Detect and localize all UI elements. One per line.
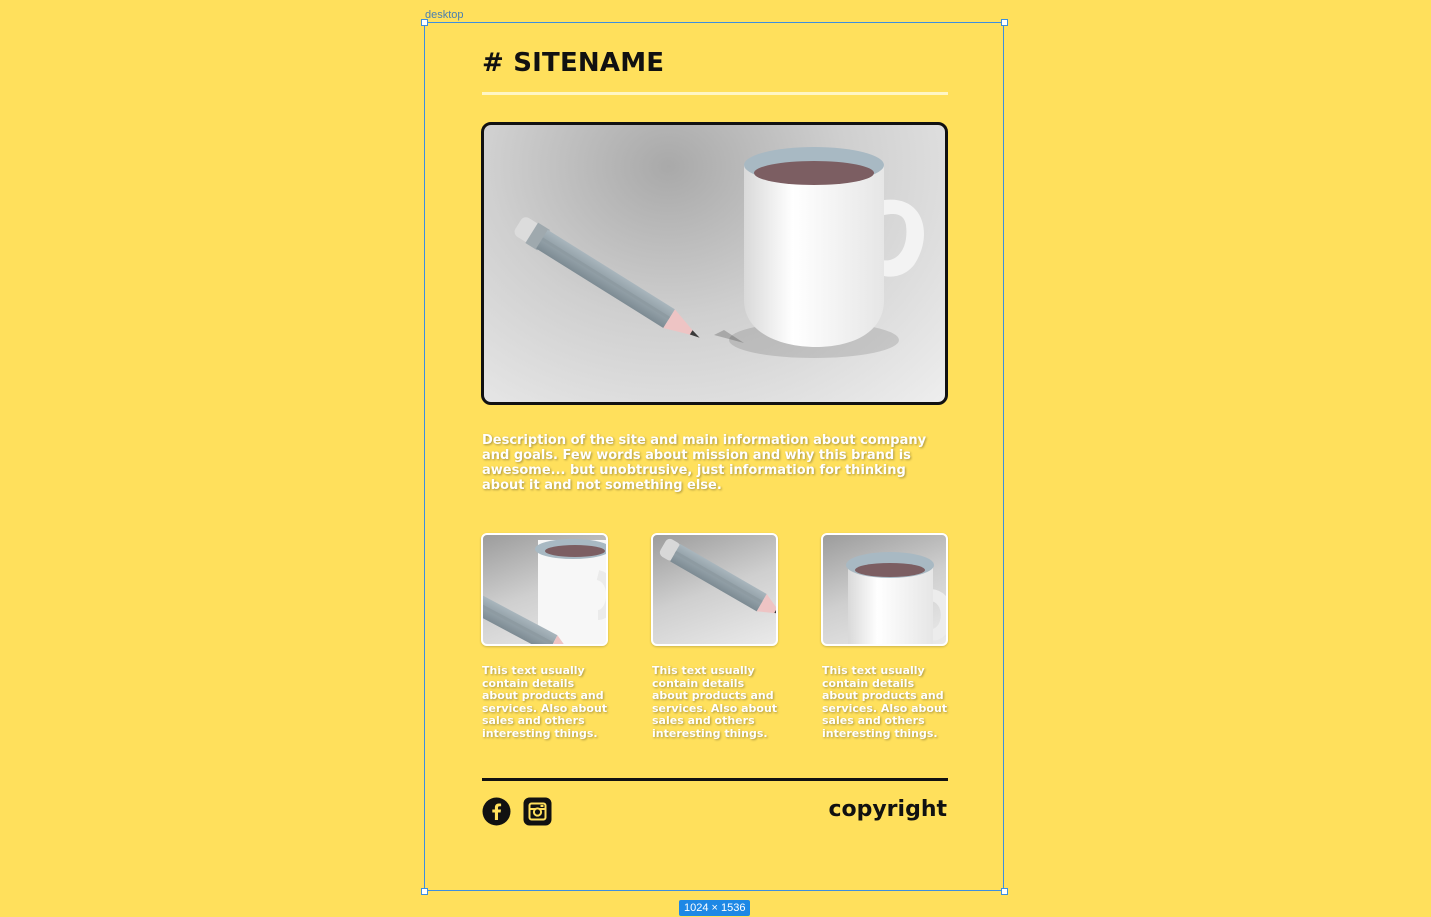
card-image-pencil [651,533,778,646]
card-image-mug-pencil [481,533,608,646]
site-description: Description of the site and main informa… [482,433,927,493]
facebook-icon[interactable] [482,797,511,826]
instagram-icon[interactable] [523,797,552,826]
footer-divider [482,778,948,781]
resize-handle-top-left[interactable] [421,19,428,26]
site-title: # SITENAME [482,48,665,78]
copyright-text: copyright [828,797,947,822]
card-image-mug [821,533,948,646]
card-text: This text usually contain details about … [652,664,778,740]
resize-handle-top-right[interactable] [1001,19,1008,26]
resize-handle-bottom-left[interactable] [421,888,428,895]
frame-label[interactable]: desktop [425,9,464,21]
frame-size-badge: 1024 × 1536 [679,900,751,916]
hero-image [481,122,948,405]
resize-handle-bottom-right[interactable] [1001,888,1008,895]
card-text: This text usually contain details about … [822,664,948,740]
header-divider [482,92,948,95]
card-text: This text usually contain details about … [482,664,608,740]
